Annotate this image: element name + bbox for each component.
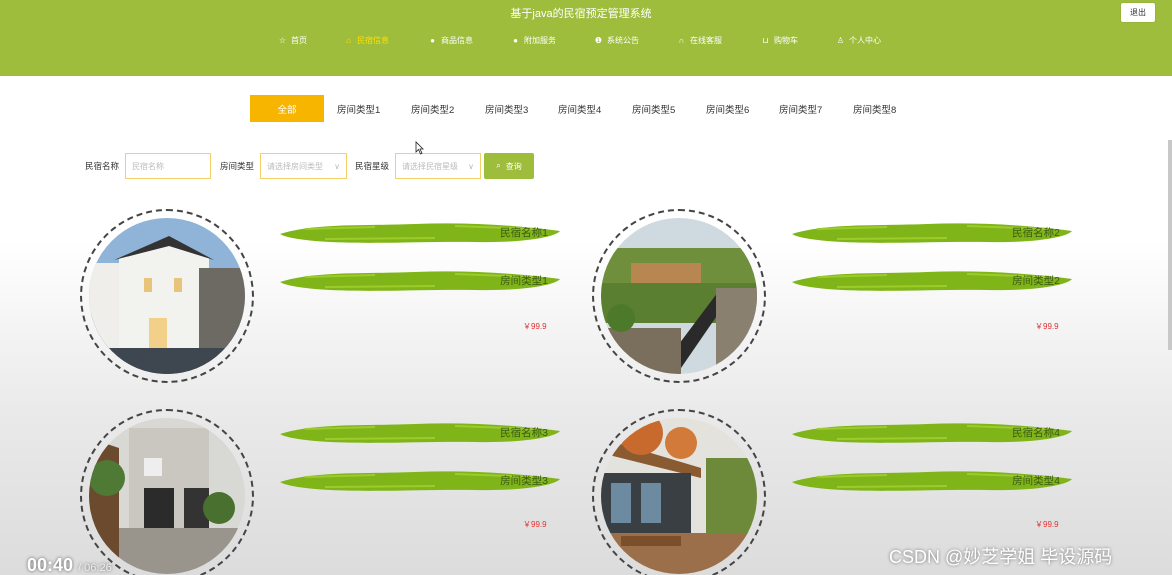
room-type-placeholder: 请选择房间类型 bbox=[267, 161, 323, 171]
nav-label: 购物车 bbox=[774, 36, 798, 45]
nav-label: 个人中心 bbox=[849, 36, 881, 45]
star-icon: ☆ bbox=[278, 36, 287, 45]
nav-item-announcements[interactable]: ❶ 系统公告 bbox=[594, 35, 639, 46]
homestay-star-select[interactable]: 请选择民宿星级 ∨ bbox=[395, 153, 481, 179]
nav-label: 附加服务 bbox=[524, 36, 556, 45]
logout-button[interactable]: 退出 bbox=[1121, 3, 1155, 22]
homestay-name: 民宿名称3 bbox=[500, 427, 548, 439]
room-type-label: 房间类型 bbox=[220, 161, 255, 171]
homestay-photo bbox=[601, 218, 757, 374]
home-icon: ⌂ bbox=[346, 36, 351, 45]
homestay-name: 民宿名称4 bbox=[1012, 427, 1060, 439]
headset-icon: ∩ bbox=[678, 36, 685, 45]
nav-label: 商品信息 bbox=[441, 36, 473, 45]
homestay-photo bbox=[89, 218, 245, 374]
user-icon: ♙ bbox=[836, 36, 845, 45]
search-button[interactable]: ⌕ 查询 bbox=[484, 153, 534, 179]
homestay-photo bbox=[601, 418, 757, 574]
main-nav: ☆ 首页 ⌂ 民宿信息 ● 商品信息 ● 附加服务 ❶ 系统公告 ∩ 在线客服 … bbox=[0, 35, 1172, 47]
video-total-time: / 06:26 bbox=[78, 562, 112, 574]
tab-room-type-8[interactable]: 房间类型8 bbox=[853, 95, 896, 122]
video-current-time: 00:40 bbox=[27, 555, 74, 575]
cart-icon: ⊔ bbox=[762, 36, 769, 45]
room-type: 房间类型1 bbox=[500, 275, 548, 287]
room-type-select[interactable]: 请选择房间类型 ∨ bbox=[260, 153, 347, 179]
tab-room-type-7[interactable]: 房间类型7 bbox=[779, 95, 822, 122]
nav-item-extra-services[interactable]: ● 附加服务 bbox=[511, 35, 556, 46]
tab-room-type-1[interactable]: 房间类型1 bbox=[337, 95, 380, 122]
nav-item-goods-info[interactable]: ● 商品信息 bbox=[428, 35, 473, 46]
homestay-card[interactable]: 民宿名称2 房间类型2 ￥99.9 bbox=[592, 209, 1072, 389]
room-type: 房间类型2 bbox=[1012, 275, 1060, 287]
decorative-dashed-frame bbox=[82, 66, 228, 76]
homestay-star-label: 民宿星级 bbox=[355, 161, 390, 171]
chevron-down-icon: ∨ bbox=[334, 162, 340, 171]
price: ￥99.9 bbox=[1035, 520, 1059, 529]
top-header: 基于java的民宿预定管理系统 退出 ☆ 首页 ⌂ 民宿信息 ● 商品信息 ● … bbox=[0, 0, 1172, 76]
search-button-label: 查询 bbox=[505, 161, 522, 171]
site-title: 基于java的民宿预定管理系统 bbox=[510, 8, 652, 20]
mouse-cursor-icon bbox=[415, 141, 424, 155]
dot-icon: ● bbox=[430, 36, 435, 45]
price: ￥99.9 bbox=[523, 322, 547, 331]
price: ￥99.9 bbox=[523, 520, 547, 529]
homestay-name-input[interactable]: 民宿名称 bbox=[125, 153, 211, 179]
vertical-scrollbar[interactable] bbox=[1168, 140, 1172, 350]
dot-icon: ● bbox=[513, 36, 518, 45]
homestay-photo bbox=[89, 418, 245, 574]
chevron-down-icon: ∨ bbox=[468, 162, 474, 171]
homestay-card[interactable]: 民宿名称1 房间类型1 ￥99.9 bbox=[80, 209, 560, 389]
room-type: 房间类型3 bbox=[500, 475, 548, 487]
csdn-watermark: CSDN @妙芝学姐 毕设源码 bbox=[889, 547, 1113, 567]
tab-room-type-5[interactable]: 房间类型5 bbox=[632, 95, 675, 122]
nav-label: 首页 bbox=[291, 36, 307, 45]
nav-item-cart[interactable]: ⊔ 购物车 bbox=[761, 35, 798, 46]
nav-item-homestay-info[interactable]: ⌂ 民宿信息 bbox=[344, 35, 389, 46]
nav-item-user-center[interactable]: ♙ 个人中心 bbox=[836, 35, 881, 46]
nav-label: 在线客服 bbox=[690, 36, 722, 45]
nav-label: 系统公告 bbox=[607, 36, 639, 45]
tab-room-type-6[interactable]: 房间类型6 bbox=[706, 95, 749, 122]
tab-room-type-3[interactable]: 房间类型3 bbox=[485, 95, 528, 122]
search-icon: ⌕ bbox=[496, 161, 501, 170]
info-icon: ❶ bbox=[594, 36, 603, 45]
homestay-name-label: 民宿名称 bbox=[85, 161, 120, 171]
homestay-name: 民宿名称1 bbox=[500, 227, 548, 239]
tab-all[interactable]: 全部 bbox=[250, 95, 324, 122]
homestay-star-placeholder: 请选择民宿星级 bbox=[402, 161, 458, 171]
nav-item-home[interactable]: ☆ 首页 bbox=[278, 35, 307, 46]
room-type: 房间类型4 bbox=[1012, 475, 1060, 487]
nav-label: 民宿信息 bbox=[357, 36, 389, 45]
nav-item-online-service[interactable]: ∩ 在线客服 bbox=[677, 35, 722, 46]
video-timestamp: 00:40 / 06:26 bbox=[27, 555, 112, 575]
price: ￥99.9 bbox=[1035, 322, 1059, 331]
homestay-name: 民宿名称2 bbox=[1012, 227, 1060, 239]
tab-room-type-4[interactable]: 房间类型4 bbox=[558, 95, 601, 122]
homestay-card[interactable]: 民宿名称3 房间类型3 ￥99.9 bbox=[80, 409, 560, 575]
tab-room-type-2[interactable]: 房间类型2 bbox=[411, 95, 454, 122]
